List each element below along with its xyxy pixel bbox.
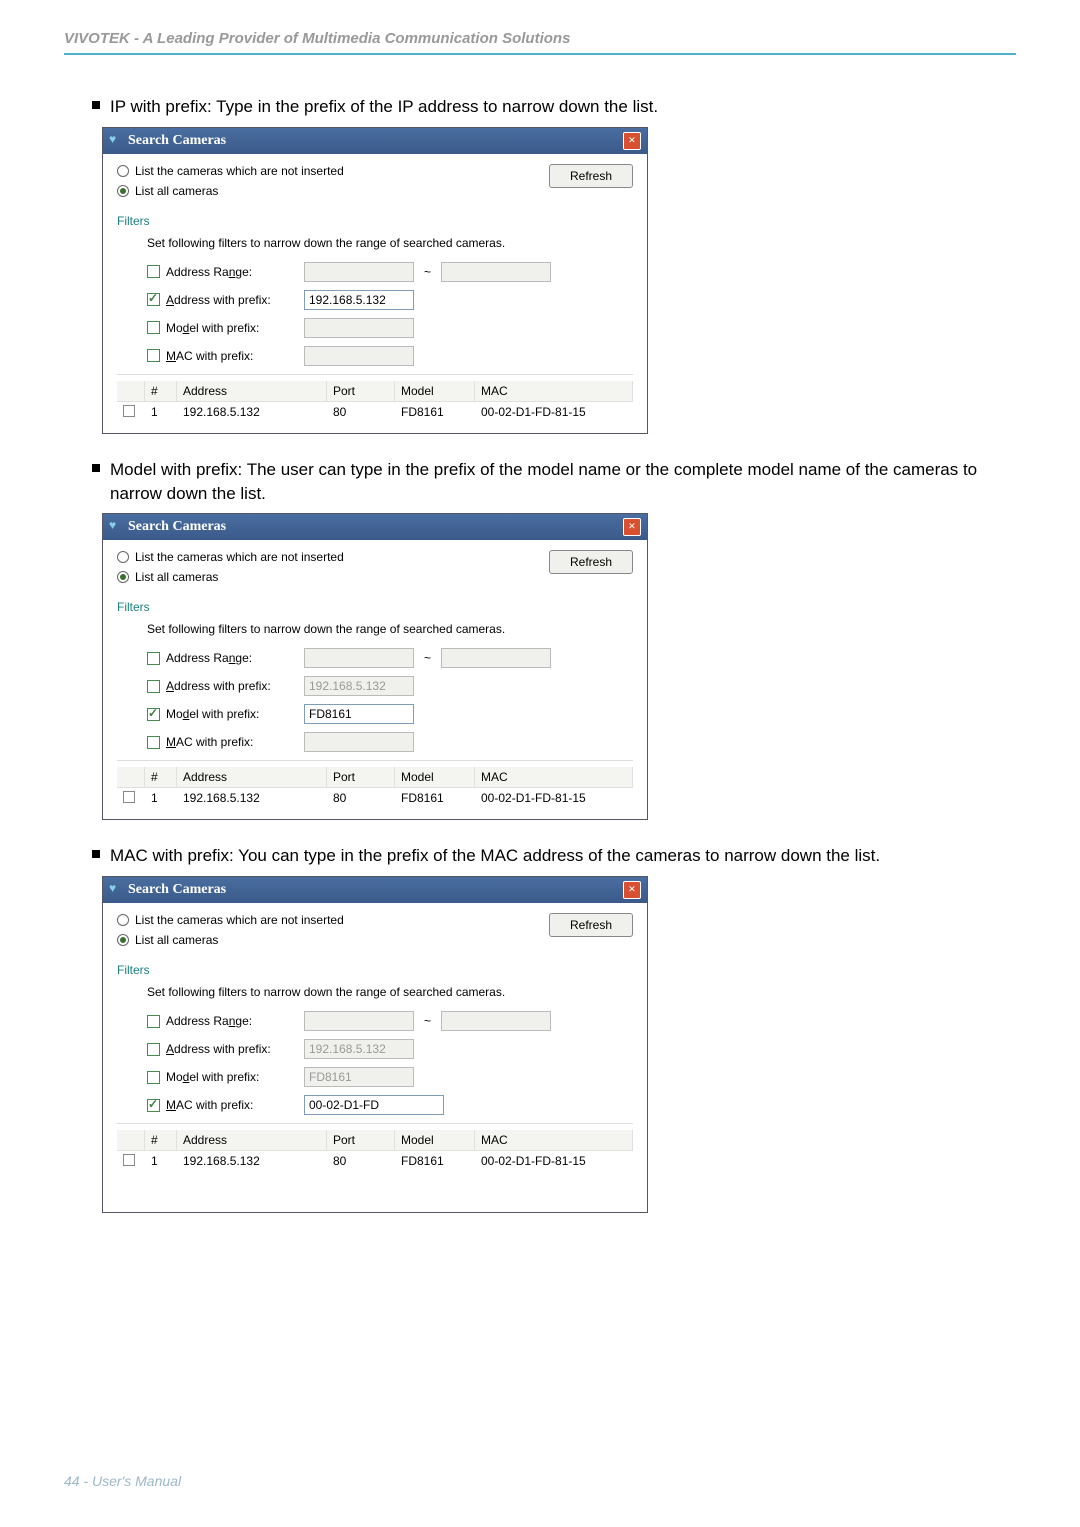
mac-prefix-input[interactable] bbox=[304, 1095, 444, 1115]
radio-not-inserted-label: List the cameras which are not inserted bbox=[135, 164, 344, 178]
close-icon[interactable]: × bbox=[623, 132, 641, 150]
addr-prefix-checkbox[interactable] bbox=[147, 1043, 160, 1056]
dialog-title: Search Cameras bbox=[128, 519, 226, 535]
bullet-icon bbox=[92, 464, 100, 472]
app-icon bbox=[109, 884, 123, 896]
table-row[interactable]: 1 192.168.5.132 80 FD8161 00-02-D1-FD-81… bbox=[117, 788, 633, 809]
range-tilde: ~ bbox=[424, 265, 431, 279]
addr-prefix-label: Address with prefix: bbox=[166, 679, 304, 693]
addr-range-label: Address Range: bbox=[166, 1014, 304, 1028]
addr-range-from[interactable] bbox=[304, 1011, 414, 1031]
filters-desc: Set following filters to narrow down the… bbox=[147, 985, 633, 999]
mac-prefix-label: MAC with prefix: bbox=[166, 1098, 304, 1112]
row-checkbox[interactable] bbox=[123, 1154, 135, 1166]
addr-range-checkbox[interactable] bbox=[147, 1015, 160, 1028]
section-text: Model with prefix: The user can type in … bbox=[110, 458, 1016, 506]
refresh-button[interactable]: Refresh bbox=[549, 164, 633, 188]
table-header: # Address Port Model MAC bbox=[117, 767, 633, 788]
header-rule bbox=[64, 53, 1016, 55]
filters-desc: Set following filters to narrow down the… bbox=[147, 622, 633, 636]
table-row[interactable]: 1 192.168.5.132 80 FD8161 00-02-D1-FD-81… bbox=[117, 402, 633, 423]
refresh-button[interactable]: Refresh bbox=[549, 913, 633, 937]
filters-heading: Filters bbox=[117, 600, 633, 614]
addr-range-to[interactable] bbox=[441, 648, 551, 668]
model-prefix-input[interactable] bbox=[304, 704, 414, 724]
range-tilde: ~ bbox=[424, 1014, 431, 1028]
radio-all[interactable] bbox=[117, 185, 129, 197]
model-prefix-checkbox[interactable] bbox=[147, 708, 160, 721]
dialog-title: Search Cameras bbox=[128, 133, 226, 149]
mac-prefix-label: MAC with prefix: bbox=[166, 349, 304, 363]
addr-range-to[interactable] bbox=[441, 1011, 551, 1031]
model-prefix-label: Model with prefix: bbox=[166, 707, 304, 721]
close-icon[interactable]: × bbox=[623, 518, 641, 536]
mac-prefix-checkbox[interactable] bbox=[147, 736, 160, 749]
search-cameras-dialog: Search Cameras × List the cameras which … bbox=[102, 127, 648, 434]
addr-range-from[interactable] bbox=[304, 648, 414, 668]
table-row[interactable]: 1 192.168.5.132 80 FD8161 00-02-D1-FD-81… bbox=[117, 1151, 633, 1172]
section-text: IP with prefix: Type in the prefix of th… bbox=[110, 95, 658, 119]
radio-all-label: List all cameras bbox=[135, 933, 218, 947]
addr-range-checkbox[interactable] bbox=[147, 652, 160, 665]
app-icon bbox=[109, 521, 123, 533]
filters-heading: Filters bbox=[117, 963, 633, 977]
radio-all-label: List all cameras bbox=[135, 184, 218, 198]
page-header: VIVOTEK - A Leading Provider of Multimed… bbox=[64, 30, 1016, 53]
model-prefix-checkbox[interactable] bbox=[147, 321, 160, 334]
mac-prefix-checkbox[interactable] bbox=[147, 349, 160, 362]
addr-range-to[interactable] bbox=[441, 262, 551, 282]
table-header: # Address Port Model MAC bbox=[117, 381, 633, 402]
radio-not-inserted-label: List the cameras which are not inserted bbox=[135, 913, 344, 927]
model-prefix-label: Model with prefix: bbox=[166, 1070, 304, 1084]
addr-range-label: Address Range: bbox=[166, 265, 304, 279]
addr-prefix-label: Address with prefix: bbox=[166, 293, 304, 307]
radio-all[interactable] bbox=[117, 934, 129, 946]
mac-prefix-checkbox[interactable] bbox=[147, 1099, 160, 1112]
addr-range-label: Address Range: bbox=[166, 651, 304, 665]
refresh-button[interactable]: Refresh bbox=[549, 550, 633, 574]
addr-prefix-input[interactable] bbox=[304, 1039, 414, 1059]
dialog-title: Search Cameras bbox=[128, 882, 226, 898]
bullet-icon bbox=[92, 101, 100, 109]
model-prefix-label: Model with prefix: bbox=[166, 321, 304, 335]
model-prefix-input[interactable] bbox=[304, 1067, 414, 1087]
radio-not-inserted[interactable] bbox=[117, 914, 129, 926]
addr-prefix-input[interactable] bbox=[304, 676, 414, 696]
mac-prefix-input[interactable] bbox=[304, 346, 414, 366]
search-cameras-dialog: Search Cameras × List the cameras which … bbox=[102, 513, 648, 820]
filters-heading: Filters bbox=[117, 214, 633, 228]
radio-not-inserted[interactable] bbox=[117, 551, 129, 563]
bullet-icon bbox=[92, 850, 100, 858]
close-icon[interactable]: × bbox=[623, 881, 641, 899]
radio-all-label: List all cameras bbox=[135, 570, 218, 584]
filters-desc: Set following filters to narrow down the… bbox=[147, 236, 633, 250]
addr-prefix-checkbox[interactable] bbox=[147, 293, 160, 306]
mac-prefix-input[interactable] bbox=[304, 732, 414, 752]
model-prefix-input[interactable] bbox=[304, 318, 414, 338]
radio-all[interactable] bbox=[117, 571, 129, 583]
addr-prefix-label: Address with prefix: bbox=[166, 1042, 304, 1056]
row-checkbox[interactable] bbox=[123, 791, 135, 803]
row-checkbox[interactable] bbox=[123, 405, 135, 417]
app-icon bbox=[109, 135, 123, 147]
radio-not-inserted-label: List the cameras which are not inserted bbox=[135, 550, 344, 564]
table-header: # Address Port Model MAC bbox=[117, 1130, 633, 1151]
section-text: MAC with prefix: You can type in the pre… bbox=[110, 844, 880, 868]
radio-not-inserted[interactable] bbox=[117, 165, 129, 177]
model-prefix-checkbox[interactable] bbox=[147, 1071, 160, 1084]
addr-prefix-checkbox[interactable] bbox=[147, 680, 160, 693]
range-tilde: ~ bbox=[424, 651, 431, 665]
addr-range-checkbox[interactable] bbox=[147, 265, 160, 278]
page-footer: 44 - User's Manual bbox=[64, 1473, 181, 1489]
addr-range-from[interactable] bbox=[304, 262, 414, 282]
search-cameras-dialog: Search Cameras × List the cameras which … bbox=[102, 876, 648, 1213]
addr-prefix-input[interactable] bbox=[304, 290, 414, 310]
mac-prefix-label: MAC with prefix: bbox=[166, 735, 304, 749]
